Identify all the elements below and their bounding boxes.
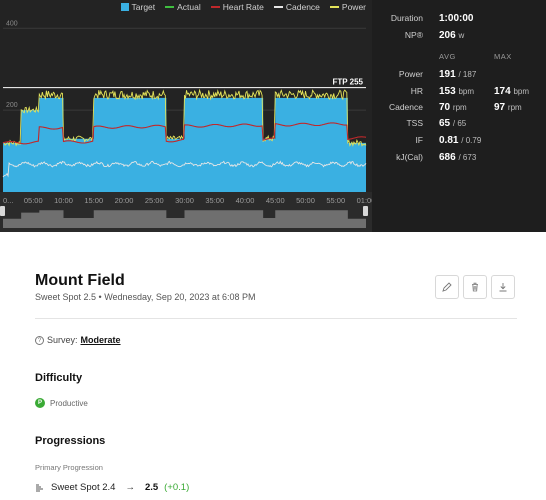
x-tick-label: 35:00 <box>205 196 224 205</box>
stat-duration: Duration 1:00:00 <box>372 10 546 26</box>
avg-column-header: AVG <box>439 52 456 61</box>
progression-to: 2.5 <box>144 482 159 493</box>
legend-swatch <box>329 6 339 8</box>
stat-max-value: 97 rpm <box>494 101 522 113</box>
x-tick-label: 30:00 <box>175 196 194 205</box>
legend-item-actual[interactable]: Actual <box>165 2 201 12</box>
stat-avg-value: 686 / 673 <box>439 151 477 163</box>
legend-label: Target <box>131 2 156 12</box>
chart-legend: Target Actual Heart Rate Cadence Power <box>0 0 372 14</box>
stat-max-value: 174 bpm <box>494 85 530 97</box>
x-tick-label: 05:00 <box>24 196 43 205</box>
stat-avg-value: 70 rpm <box>439 101 467 113</box>
progression-row: Sweet Spot 2.4 → 2.5 (+0.1) <box>35 482 189 493</box>
legend-label: Actual <box>177 2 201 12</box>
progression-from: Sweet Spot 2.4 <box>51 482 116 493</box>
legend-label: Cadence <box>285 2 320 12</box>
x-tick-label: 10:00 <box>54 196 73 205</box>
legend-item-cadence[interactable]: Cadence <box>273 2 320 12</box>
x-tick-label: 01:00 <box>357 196 372 205</box>
progression-delta: (+0.1) <box>164 482 190 493</box>
stat-label: IF <box>415 135 423 145</box>
pencil-icon <box>442 282 452 292</box>
np-label: NP® <box>404 30 423 40</box>
x-tick-label: 25:00 <box>145 196 164 205</box>
workout-analytics-panel: 400 200 FTP 255 0... 05:00 10:00 15:00 20:00 25:… <box>0 0 546 232</box>
edit-button[interactable] <box>435 275 459 299</box>
download-icon <box>499 283 507 292</box>
stat-np: NP® 206 w <box>372 27 546 43</box>
zone-label: Productive <box>50 398 88 408</box>
stat-avg-value: 191 / 187 <box>439 68 477 80</box>
workout-details: Mount Field Sweet Spot 2.5 • Wednesday, … <box>0 232 546 500</box>
primary-progression-label: Primary Progression <box>35 463 103 472</box>
workout-subtitle: Sweet Spot 2.5 • Wednesday, Sep 20, 2023… <box>35 292 256 302</box>
x-tick-label: 50:00 <box>296 196 315 205</box>
stat-kjcal: kJ(Cal) 686 / 673 <box>372 149 546 165</box>
delete-button[interactable] <box>463 275 487 299</box>
chart-svg: 400 200 FTP 255 0... 05:00 10:00 15:00 20:00 25:… <box>0 20 372 232</box>
stat-cadence: Cadence 70 rpm 97 rpm <box>372 99 546 115</box>
trash-icon <box>472 282 478 292</box>
stat-hr: HR 153 bpm 174 bpm <box>372 83 546 99</box>
stats-panel: Duration 1:00:00 NP® 206 w AVG MAX Power… <box>372 0 546 232</box>
legend-swatch <box>210 6 220 8</box>
overview-profile <box>3 210 366 228</box>
stat-label: HR <box>410 86 423 96</box>
difficulty-zone: P Productive <box>35 398 88 408</box>
left-range-handle[interactable] <box>0 206 5 216</box>
x-tick-label: 45:00 <box>266 196 285 205</box>
legend-item-target[interactable]: Target <box>120 2 156 12</box>
stat-label: TSS <box>406 118 423 128</box>
ftp-label: FTP 255 <box>332 78 363 87</box>
survey-link[interactable]: Moderate <box>81 335 121 345</box>
download-button[interactable] <box>491 275 515 299</box>
legend-label: Power <box>341 2 366 12</box>
legend-label: Heart Rate <box>222 2 264 12</box>
stat-if: IF 0.81 / 0.79 <box>372 132 546 148</box>
max-column-header: MAX <box>494 52 512 61</box>
progression-arrow: → <box>125 482 135 493</box>
help-icon: ? <box>35 335 44 345</box>
np-value: 206 w <box>439 29 465 41</box>
stat-avg-value: 0.81 / 0.79 <box>439 134 482 146</box>
legend-swatch <box>165 6 175 8</box>
legend-swatch <box>273 6 283 8</box>
legend-item-power[interactable]: Power <box>329 2 366 12</box>
stat-power: Power 191 / 187 <box>372 66 546 82</box>
x-tick-label: 20:00 <box>115 196 134 205</box>
stat-label: kJ(Cal) <box>396 152 423 162</box>
stat-label: Power <box>398 69 423 79</box>
survey-row: ? Survey: Moderate <box>35 335 121 345</box>
legend-swatch <box>120 3 129 11</box>
workout-chart[interactable]: 400 200 FTP 255 0... 05:00 10:00 15:00 20:00 25:… <box>0 0 372 232</box>
x-tick-label: 0... <box>3 196 13 205</box>
productive-badge-icon: P <box>35 398 45 408</box>
x-tick-label: 55:00 <box>326 196 345 205</box>
stat-avg-value: 153 bpm <box>439 85 475 97</box>
difficulty-heading: Difficulty <box>35 372 83 384</box>
legend-item-heart-rate[interactable]: Heart Rate <box>210 2 264 12</box>
x-tick-label: 15:00 <box>84 196 103 205</box>
duration-value: 1:00:00 <box>439 12 474 24</box>
survey-label: Survey: <box>47 335 78 345</box>
y-tick-label: 200 <box>6 102 18 109</box>
stat-tss: TSS 65 / 65 <box>372 115 546 131</box>
stat-avg-value: 65 / 65 <box>439 117 467 129</box>
stat-label: Cadence <box>388 102 423 112</box>
workout-title: Mount Field <box>35 272 125 289</box>
y-tick-label: 400 <box>6 20 18 27</box>
divider <box>35 318 517 319</box>
progression-bars-icon <box>36 484 43 491</box>
progressions-heading: Progressions <box>35 435 106 447</box>
duration-label: Duration <box>390 13 423 23</box>
x-tick-label: 40:00 <box>236 196 255 205</box>
right-range-handle[interactable] <box>363 206 368 216</box>
